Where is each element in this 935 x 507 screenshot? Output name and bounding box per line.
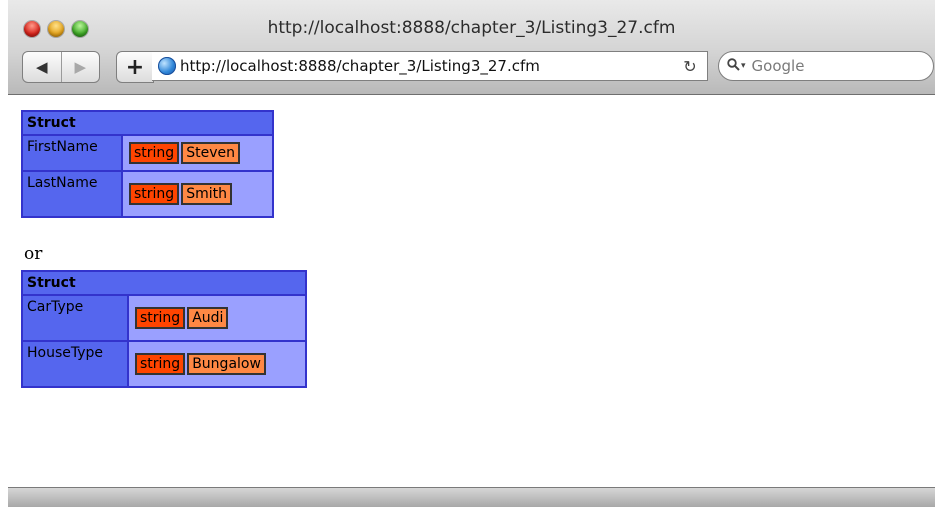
- globe-icon: [158, 57, 176, 75]
- type-label: string: [129, 142, 180, 164]
- left-edge: [0, 0, 8, 506]
- search-placeholder: Google: [751, 57, 805, 75]
- struct-key[interactable]: FirstName: [23, 136, 121, 170]
- page-content: Struct FirstName string Steven LastName s…: [8, 95, 935, 487]
- value-label: Smith: [181, 183, 232, 205]
- separator-text: or: [24, 244, 43, 264]
- back-button[interactable]: ◀: [23, 52, 62, 82]
- type-label: string: [129, 183, 180, 205]
- browser-window: http://localhost:8888/chapter_3/Listing3…: [8, 0, 935, 507]
- value-label: Audi: [187, 307, 229, 329]
- struct-header[interactable]: Struct: [23, 272, 305, 294]
- status-bar: [8, 487, 935, 507]
- forward-arrow-icon: ▶: [74, 58, 87, 76]
- value-label: Steven: [181, 142, 240, 164]
- struct-value: string Steven: [123, 136, 272, 170]
- struct-value: string Bungalow: [129, 342, 305, 386]
- url-input[interactable]: http://localhost:8888/chapter_3/Listing3…: [180, 57, 679, 75]
- chevron-down-icon[interactable]: ▾: [741, 61, 746, 71]
- table-row: LastName string Smith: [23, 172, 272, 216]
- browser-chrome: http://localhost:8888/chapter_3/Listing3…: [8, 0, 935, 95]
- plus-icon: +: [125, 54, 145, 80]
- struct-header[interactable]: Struct: [23, 112, 272, 134]
- reload-icon[interactable]: ↻: [679, 57, 701, 76]
- add-bookmark-button[interactable]: +: [116, 51, 154, 83]
- struct-value: string Smith: [123, 172, 272, 216]
- back-arrow-icon: ◀: [35, 58, 48, 76]
- nav-buttons: ◀ ▶: [22, 51, 100, 83]
- value-label: Bungalow: [187, 353, 266, 375]
- window-title: http://localhost:8888/chapter_3/Listing3…: [267, 18, 676, 38]
- struct-dump-2: Struct CarType string Audi HouseType stri…: [21, 270, 307, 388]
- struct-key[interactable]: CarType: [23, 296, 127, 340]
- table-row: HouseType string Bungalow: [23, 342, 305, 386]
- struct-dump-1: Struct FirstName string Steven LastName s…: [21, 110, 274, 218]
- table-row: CarType string Audi: [23, 296, 305, 340]
- struct-value: string Audi: [129, 296, 305, 340]
- search-field[interactable]: ▾ Google: [718, 51, 934, 81]
- search-icon: [727, 57, 740, 75]
- table-row: FirstName string Steven: [23, 136, 272, 170]
- struct-key[interactable]: LastName: [23, 172, 121, 216]
- address-bar[interactable]: http://localhost:8888/chapter_3/Listing3…: [152, 51, 708, 81]
- struct-key[interactable]: HouseType: [23, 342, 127, 386]
- type-label: string: [135, 353, 186, 375]
- type-label: string: [135, 307, 186, 329]
- forward-button[interactable]: ▶: [62, 52, 100, 82]
